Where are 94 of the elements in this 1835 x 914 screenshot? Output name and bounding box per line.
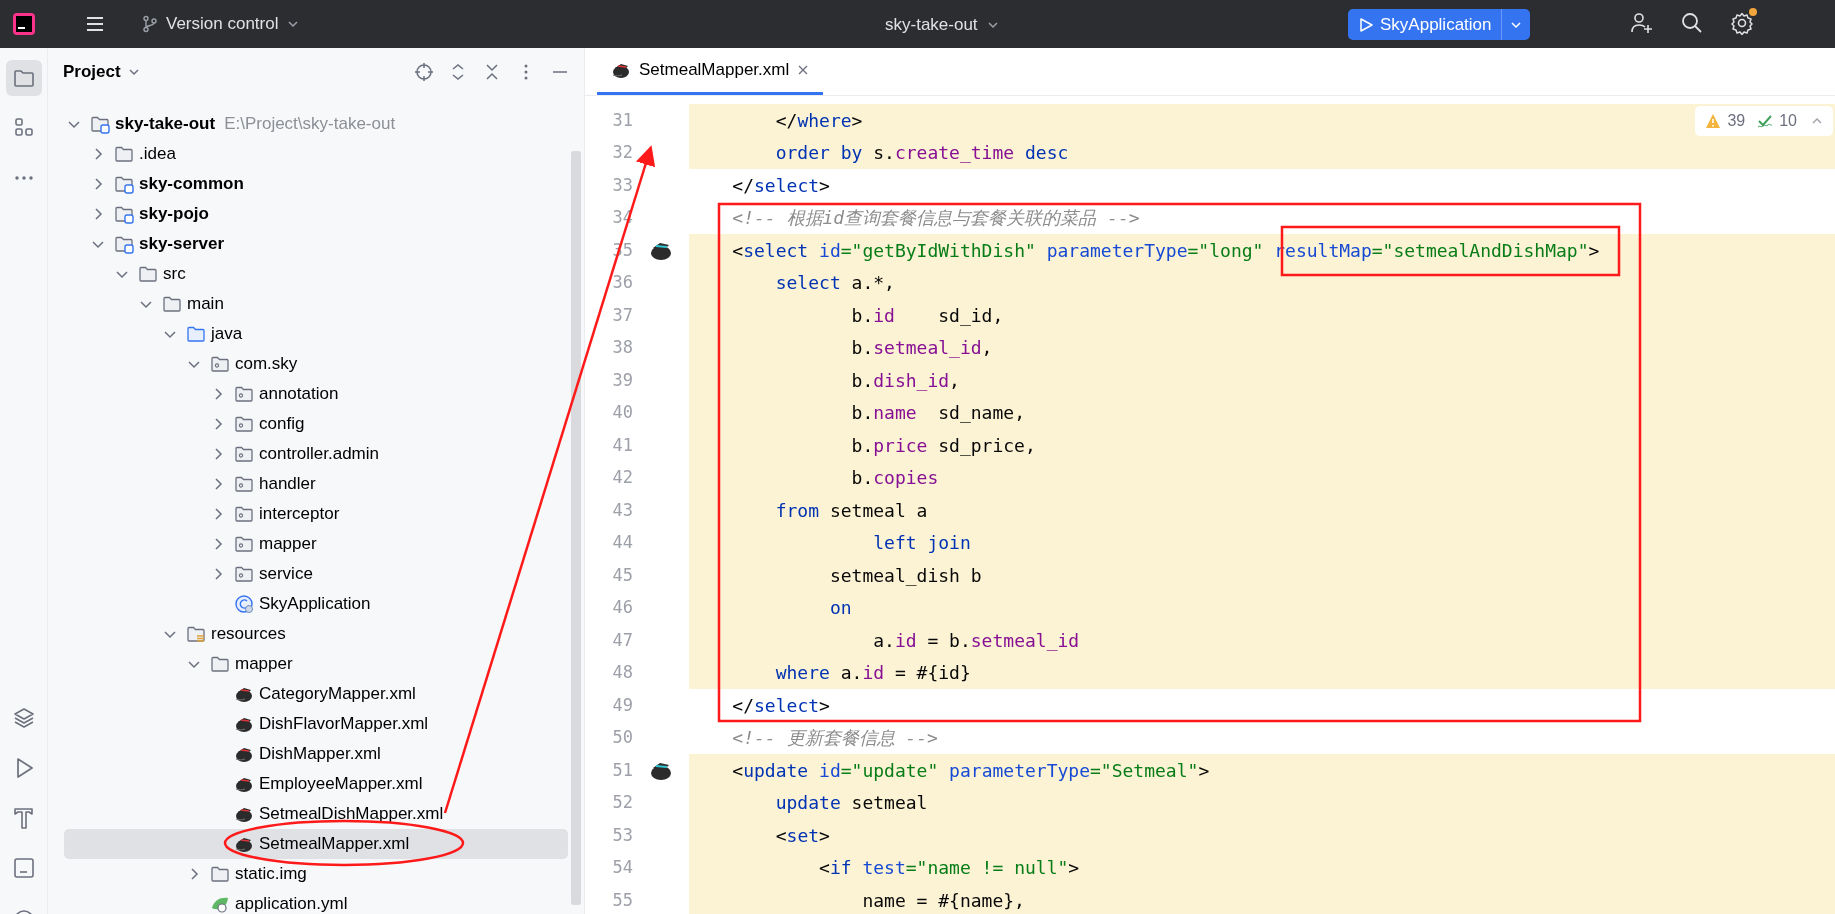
warning-icon [1705, 113, 1722, 129]
tree-item[interactable]: DishMapper.xml [64, 739, 568, 769]
line-number: 48 [611, 661, 633, 684]
line-number: 44 [611, 531, 633, 554]
tree-item[interactable]: controller.admin [64, 439, 568, 469]
line-number: 32 [611, 141, 633, 164]
package-folder-icon [234, 564, 254, 584]
line-number: 51 [611, 758, 633, 782]
module-folder-icon [90, 114, 110, 134]
tree-item[interactable]: static.img [64, 859, 568, 889]
tree-item[interactable]: sky-take-out E:\Project\sky-take-out [64, 109, 568, 139]
line-number: 40 [611, 401, 633, 424]
module-folder-icon [114, 234, 134, 254]
line-number: 45 [611, 563, 633, 587]
package-folder-icon [234, 414, 254, 434]
crosshair-icon[interactable] [414, 62, 434, 82]
tree-item[interactable]: interceptor [64, 499, 568, 529]
play-icon [1358, 16, 1374, 33]
tree-item[interactable]: sky-common [64, 169, 568, 199]
tree-item[interactable]: mapper [64, 649, 568, 679]
folder-icon [210, 654, 230, 674]
folder-icon [138, 264, 158, 284]
path-hint: E:\Project\sky-take-out [224, 113, 396, 136]
terminal-icon [11, 856, 36, 880]
line-number: 37 [611, 303, 633, 327]
tree-item[interactable]: annotation [64, 379, 568, 409]
folder-icon [210, 864, 230, 884]
more-icon [14, 176, 33, 180]
hammer-icon [11, 806, 36, 830]
tree-item[interactable]: config [64, 409, 568, 439]
line-number: 55 [611, 888, 633, 912]
tree-item[interactable]: service [64, 559, 568, 589]
line-number: 42 [611, 466, 633, 489]
package-folder-icon [234, 534, 254, 554]
editor-tab[interactable]: SetmealMapper.xml [597, 48, 824, 95]
add-user-icon[interactable] [1630, 11, 1654, 35]
tree-item[interactable]: src [64, 259, 568, 289]
tree-item[interactable]: EmployeeMapper.xml [64, 769, 568, 799]
tree-item[interactable]: handler [64, 469, 568, 499]
search-icon[interactable] [1680, 11, 1704, 35]
vcs-menu[interactable]: Version control [138, 11, 305, 37]
branch-icon [142, 15, 158, 33]
line-number: 39 [611, 368, 633, 392]
package-folder-icon [210, 354, 230, 374]
line-number: 54 [611, 856, 633, 879]
line-number: 50 [611, 726, 633, 749]
package-folder-icon [234, 384, 254, 404]
tree-item[interactable]: SetmealMapper.xml [64, 829, 568, 859]
tree-item[interactable]: resources [64, 619, 568, 649]
line-number: 47 [611, 628, 633, 652]
tree-item[interactable]: SkyApplication [64, 589, 568, 619]
class-icon [234, 594, 254, 614]
panel-title[interactable]: Project [63, 59, 141, 85]
source-folder-icon [186, 324, 206, 344]
project-menu[interactable]: sky-take-out [885, 12, 1000, 38]
app-logo-icon [12, 12, 36, 36]
tree-item[interactable]: SetmealDishMapper.xml [64, 799, 568, 829]
close-icon[interactable] [797, 64, 810, 76]
tree-item[interactable]: .idea [64, 139, 568, 169]
inspection-widget[interactable]: 39 10 [1695, 106, 1833, 136]
check-icon [1757, 113, 1774, 129]
layers-icon [11, 706, 36, 730]
line-number: 33 [611, 173, 633, 197]
run-options-button[interactable] [1501, 9, 1530, 40]
tree-item[interactable]: DishFlavorMapper.xml [64, 709, 568, 739]
tree-item[interactable]: CategoryMapper.xml [64, 679, 568, 709]
folder-icon [114, 144, 134, 164]
package-folder-icon [234, 504, 254, 524]
run-button[interactable]: SkyApplication [1348, 9, 1502, 40]
tree-item[interactable]: main [64, 289, 568, 319]
tree-item[interactable]: sky-pojo [64, 199, 568, 229]
package-folder-icon [234, 444, 254, 464]
line-number: 53 [611, 823, 633, 847]
tool-window-button[interactable] [5, 60, 42, 96]
line-number: 49 [611, 693, 633, 717]
module-folder-icon [114, 204, 134, 224]
line-number: 52 [611, 791, 633, 814]
folder-icon [162, 294, 182, 314]
tree-item[interactable]: com.sky [64, 349, 568, 379]
line-number: 41 [611, 433, 633, 457]
tree-item[interactable]: application.yml [64, 889, 568, 914]
line-number: 31 [611, 108, 633, 132]
line-number: 36 [611, 271, 633, 294]
line-number: 38 [611, 336, 633, 359]
settings-icon[interactable] [1730, 11, 1754, 35]
line-number: 43 [611, 498, 633, 522]
package-folder-icon [234, 474, 254, 494]
tree-item[interactable]: mapper [64, 529, 568, 559]
tree-item[interactable]: sky-server [64, 229, 568, 259]
scrollbar[interactable] [571, 151, 581, 905]
resources-folder-icon [186, 624, 206, 644]
tree-item[interactable]: java [64, 319, 568, 349]
module-folder-icon [114, 174, 134, 194]
line-number: 46 [611, 596, 633, 619]
